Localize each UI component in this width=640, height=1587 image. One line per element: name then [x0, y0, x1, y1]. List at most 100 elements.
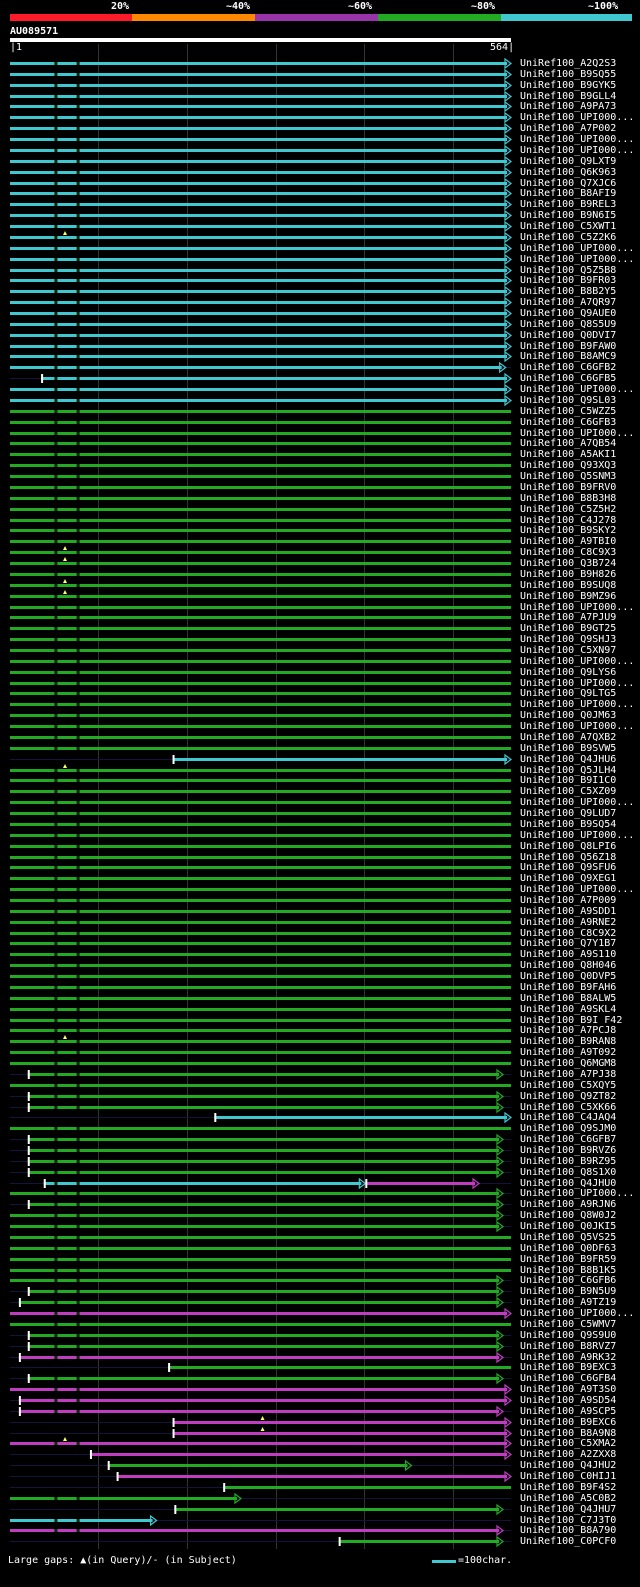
hit-label[interactable]: UniRef100_B9I F42	[520, 1015, 638, 1026]
hit-label[interactable]: UniRef100_B9SQ55	[520, 69, 638, 80]
hit-row[interactable]: UniRef100_Q0JKI5	[0, 1220, 640, 1233]
hit-label[interactable]: UniRef100_C6GFB5	[520, 373, 638, 384]
hit-row[interactable]: UniRef100_C5XQY5	[0, 1080, 640, 1091]
hit-label[interactable]: UniRef100_B9H826	[520, 569, 638, 580]
hit-row[interactable]: UniRef100_C5XZ09	[0, 786, 640, 797]
hit-label[interactable]: UniRef100_Q6K963	[520, 167, 638, 178]
hit-label[interactable]: UniRef100_B8B1K5	[520, 1265, 638, 1276]
hit-label[interactable]: UniRef100_B9GLL4	[520, 91, 638, 102]
hit-row[interactable]: UniRef100_Q9SJM0	[0, 1123, 640, 1134]
hit-label[interactable]: UniRef100_Q0JKI5	[520, 1221, 638, 1232]
hit-label[interactable]: UniRef100_Q56Z18	[520, 852, 638, 863]
hit-row[interactable]: UniRef100_C5XK66	[0, 1101, 640, 1113]
hit-row[interactable]: UniRef100_Q5SNM3	[0, 471, 640, 482]
hit-label[interactable]: UniRef100_UPI000...	[520, 1188, 638, 1199]
hit-row[interactable]: UniRef100_B9SQ54	[0, 819, 640, 830]
hit-row[interactable]: UniRef100_B8AFI9	[0, 188, 640, 200]
hit-label[interactable]: UniRef100_UPI000...	[520, 384, 638, 395]
hit-row[interactable]: UniRef100_B9FAW0	[0, 340, 640, 352]
hit-label[interactable]: UniRef100_UPI000...	[520, 1308, 638, 1319]
hit-label[interactable]: UniRef100_A7QXB2	[520, 732, 638, 743]
hit-row[interactable]: UniRef100_UPI000...	[0, 242, 640, 254]
hit-row[interactable]: UniRef100_A9SCP5	[0, 1405, 640, 1418]
hit-row[interactable]: UniRef100_C8C9X3	[0, 546, 640, 558]
hit-label[interactable]: UniRef100_B8AMC9	[520, 351, 638, 362]
hit-row[interactable]: UniRef100_Q7Y1B7	[0, 938, 640, 949]
hit-row[interactable]: UniRef100_A9SKL4	[0, 1004, 640, 1015]
hit-label[interactable]: UniRef100_Q5JLH4	[520, 765, 638, 776]
hit-label[interactable]: UniRef100_A9SD54	[520, 1395, 638, 1406]
hit-label[interactable]: UniRef100_UPI000...	[520, 602, 638, 613]
hit-row[interactable]: UniRef100_B9RZ95	[0, 1155, 640, 1168]
hit-row[interactable]: UniRef100_Q8H046	[0, 960, 640, 971]
hit-label[interactable]: UniRef100_UPI000...	[520, 656, 638, 667]
hit-row[interactable]: UniRef100_C0PCF0	[0, 1536, 640, 1548]
hit-row[interactable]: UniRef100_Q8S1X0	[0, 1166, 640, 1178]
hit-row[interactable]: UniRef100_B9SQ55	[0, 68, 640, 81]
hit-label[interactable]: UniRef100_C5WMV7	[520, 1319, 638, 1330]
hit-label[interactable]: UniRef100_A9T3S0	[520, 1384, 638, 1395]
hit-label[interactable]: UniRef100_Q93XQ3	[520, 460, 638, 471]
hit-row[interactable]: UniRef100_UPI000...	[0, 428, 640, 439]
hit-row[interactable]: UniRef100_C5WZZ5	[0, 406, 640, 417]
hit-label[interactable]: UniRef100_Q5VS25	[520, 1232, 638, 1243]
hit-row[interactable]: UniRef100_B9F4S2	[0, 1482, 640, 1493]
hit-label[interactable]: UniRef100_B8A9N8	[520, 1428, 638, 1439]
hit-row[interactable]: UniRef100_A7PCJ8	[0, 1025, 640, 1036]
hit-row[interactable]: UniRef100_B9I1C0	[0, 775, 640, 786]
hit-row[interactable]: UniRef100_B9MZ96	[0, 589, 640, 602]
hit-row[interactable]: UniRef100_Q6MGM8	[0, 1058, 640, 1069]
hit-label[interactable]: UniRef100_UPI000...	[520, 145, 638, 156]
hit-row[interactable]: UniRef100_A2ZXX8	[0, 1449, 640, 1461]
hit-row[interactable]: UniRef100_B8B3H8	[0, 493, 640, 504]
hit-label[interactable]: UniRef100_C6GFB4	[520, 1373, 638, 1384]
hit-row[interactable]: UniRef100_Q4JHU6	[0, 753, 640, 765]
hit-row[interactable]: UniRef100_Q9SHJ3	[0, 634, 640, 645]
hit-label[interactable]: UniRef100_Q8S1X0	[520, 1167, 638, 1178]
hit-row[interactable]: UniRef100_B9SKY2	[0, 525, 640, 536]
hit-label[interactable]: UniRef100_Q9LYS6	[520, 667, 638, 678]
hit-label[interactable]: UniRef100_Q9SJM0	[520, 1123, 638, 1134]
hit-row[interactable]: UniRef100_A9S110	[0, 949, 640, 960]
hit-label[interactable]: UniRef100_Q9ZT82	[520, 1091, 638, 1102]
hit-row[interactable]: UniRef100_UPI000...	[0, 383, 640, 396]
hit-row[interactable]: UniRef100_C6GFB5	[0, 373, 640, 385]
hit-label[interactable]: UniRef100_Q8W0J2	[520, 1210, 638, 1221]
hit-label[interactable]: UniRef100_B8B2Y5	[520, 286, 638, 297]
hit-label[interactable]: UniRef100_B9SQ54	[520, 819, 638, 830]
hit-label[interactable]: UniRef100_UPI000...	[520, 112, 638, 123]
hit-label[interactable]: UniRef100_B9SUQ8	[520, 580, 638, 591]
hit-row[interactable]: UniRef100_A9RNE2	[0, 917, 640, 928]
hit-label[interactable]: UniRef100_A9TBI0	[520, 536, 638, 547]
hit-row[interactable]: UniRef100_A9T3S0	[0, 1383, 640, 1396]
hit-row[interactable]: UniRef100_Q7XJC6	[0, 177, 640, 189]
hit-row[interactable]: UniRef100_A5AKI1	[0, 449, 640, 460]
hit-label[interactable]: UniRef100_UPI000...	[520, 830, 638, 841]
hit-label[interactable]: UniRef100_B9GT25	[520, 623, 638, 634]
hit-label[interactable]: UniRef100_Q9S9U0	[520, 1330, 638, 1341]
hit-row[interactable]: UniRef100_C4JAQ4	[0, 1112, 640, 1124]
hit-row[interactable]: UniRef100_UPI000...	[0, 144, 640, 157]
hit-row[interactable]: UniRef100_B9SUQ8	[0, 578, 640, 591]
hit-row[interactable]: UniRef100_Q4JHU0	[0, 1177, 640, 1189]
hit-row[interactable]: UniRef100_UPI000...	[0, 797, 640, 808]
hit-row[interactable]: UniRef100_Q9LXT9	[0, 155, 640, 168]
hit-row[interactable]: UniRef100_C5WMV7	[0, 1319, 640, 1330]
hit-label[interactable]: UniRef100_A7QB54	[520, 438, 638, 449]
hit-row[interactable]: UniRef100_Q0DF63	[0, 1243, 640, 1254]
hit-row[interactable]: UniRef100_A7PJ38	[0, 1068, 640, 1081]
hit-row[interactable]: UniRef100_UPI000...	[0, 1307, 640, 1320]
hit-label[interactable]: UniRef100_A9SDD1	[520, 906, 638, 917]
hit-label[interactable]: UniRef100_B9MZ96	[520, 591, 638, 602]
hit-label[interactable]: UniRef100_A7P009	[520, 895, 638, 906]
hit-label[interactable]: UniRef100_C4JAQ4	[520, 1112, 638, 1123]
hit-row[interactable]: UniRef100_A9SD54	[0, 1394, 640, 1407]
hit-row[interactable]: UniRef100_Q8S5U9	[0, 318, 640, 331]
hit-row[interactable]: UniRef100_A7P009	[0, 895, 640, 906]
hit-label[interactable]: UniRef100_Q6MGM8	[520, 1058, 638, 1069]
hit-row[interactable]: UniRef100_C5Z2K6	[0, 230, 640, 244]
hit-row[interactable]: UniRef100_B9I F42	[0, 1015, 640, 1026]
hit-label[interactable]: UniRef100_A2Q2S3	[520, 58, 638, 69]
hit-label[interactable]: UniRef100_A9SCP5	[520, 1406, 638, 1417]
hit-row[interactable]: UniRef100_UPI000...	[0, 112, 640, 124]
